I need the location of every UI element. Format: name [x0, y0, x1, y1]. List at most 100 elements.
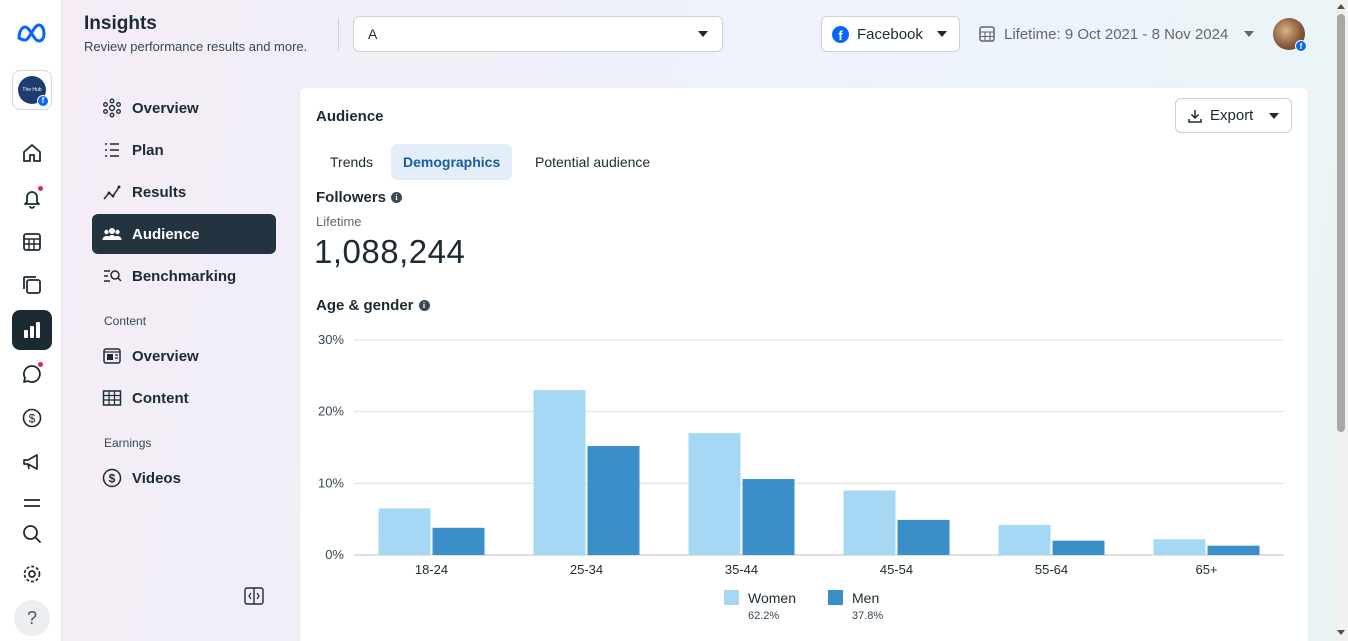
date-range-selector[interactable]: Lifetime: 9 Oct 2021 - 8 Nov 2024: [978, 16, 1255, 52]
export-button[interactable]: Export: [1175, 98, 1292, 133]
legend-share-women: 62.2%: [748, 610, 780, 622]
page-scrollbar[interactable]: [1334, 0, 1348, 641]
x-tick-label: 65+: [1195, 562, 1217, 577]
results-icon: [102, 182, 122, 202]
account-selector[interactable]: A: [353, 16, 723, 52]
y-tick-label: 10%: [318, 475, 344, 490]
search-icon[interactable]: [12, 514, 52, 554]
legend-label-women: Women: [748, 590, 796, 606]
followers-period: Lifetime: [316, 214, 362, 229]
nav-item-audience[interactable]: Audience: [92, 214, 276, 254]
page-avatar-text: The Hub: [22, 87, 42, 93]
nav-item-label: Audience: [132, 225, 200, 243]
bar-men: [587, 446, 640, 555]
nav-item-label: Overview: [132, 347, 199, 365]
platform-selector-value: Facebook: [857, 25, 923, 43]
nav-item-label: Results: [132, 183, 187, 201]
planner-icon[interactable]: [12, 222, 52, 262]
export-label: Export: [1210, 107, 1254, 124]
scrollbar-thumb[interactable]: [1337, 14, 1345, 432]
nav-section-earnings: Earnings: [104, 436, 152, 450]
x-tick-label: 35-44: [725, 562, 758, 577]
tab-trends[interactable]: Trends: [318, 144, 385, 180]
legend-swatch-women: [724, 590, 739, 605]
page-title: Insights: [84, 13, 157, 34]
nav-item-label: Overview: [132, 99, 199, 117]
nav-item-videos[interactable]: $ Videos: [92, 458, 276, 498]
age-gender-heading: Age & gender i: [316, 297, 430, 314]
nav-item-overview[interactable]: Overview: [92, 88, 276, 128]
legend-label-men: Men: [852, 590, 880, 606]
bar-women: [688, 433, 741, 555]
info-icon[interactable]: i: [391, 192, 403, 203]
nav-item-plan[interactable]: Plan: [92, 130, 276, 170]
y-tick-label: 20%: [318, 404, 344, 419]
x-tick-label: 45-54: [880, 562, 913, 577]
collapse-sidebar-icon[interactable]: [244, 587, 264, 605]
x-tick-label: 55-64: [1035, 562, 1068, 577]
bar-men: [432, 527, 485, 555]
y-tick-label: 30%: [318, 332, 344, 347]
nav-item-label: Content: [132, 389, 189, 407]
notifications-icon[interactable]: [12, 178, 52, 218]
platform-selector[interactable]: f Facebook: [821, 16, 960, 52]
facebook-badge-icon: f: [37, 95, 49, 107]
overview-icon: [102, 98, 122, 118]
bar-women: [378, 508, 431, 555]
legend-swatch-men: [828, 590, 843, 605]
bar-men: [1207, 545, 1260, 555]
page-subtitle: Review performance results and more.: [84, 39, 308, 54]
insights-icon[interactable]: [12, 310, 52, 350]
ads-icon[interactable]: [12, 442, 52, 482]
bar-men: [897, 519, 950, 555]
notification-dot: [37, 185, 44, 192]
home-icon[interactable]: [12, 133, 52, 173]
age-gender-chart: 0% 10% 20% 30% 18-24 25-34 35-44 45-54 55-64 65+: [318, 332, 1284, 577]
age-gender-heading-text: Age & gender: [316, 297, 414, 314]
scroll-down-icon[interactable]: [1337, 630, 1345, 635]
svg-text:$: $: [109, 472, 116, 486]
nav-item-label: Videos: [132, 469, 181, 487]
nav-item-content-overview[interactable]: Overview: [92, 336, 276, 376]
x-tick-label: 18-24: [415, 562, 448, 577]
nav-item-results[interactable]: Results: [92, 172, 276, 212]
left-rail: The Hub f $ ?: [0, 0, 62, 641]
date-range-value: Lifetime: 9 Oct 2021 - 8 Nov 2024: [1004, 25, 1229, 43]
dollar-icon: $: [102, 468, 122, 488]
audience-icon: [102, 224, 122, 244]
bar-women: [998, 524, 1051, 555]
benchmarking-icon: [102, 266, 122, 286]
help-label: ?: [26, 607, 37, 628]
facebook-icon: f: [832, 25, 849, 43]
nav-section-content: Content: [104, 314, 147, 328]
content-icon[interactable]: [12, 265, 52, 305]
chevron-down-icon: [1269, 112, 1279, 119]
nav-item-benchmarking[interactable]: Benchmarking: [92, 256, 276, 296]
account-selector-value: A: [368, 26, 378, 42]
info-icon[interactable]: i: [418, 300, 430, 311]
followers-heading: Followers i: [316, 189, 403, 206]
svg-text:$: $: [29, 412, 36, 426]
scroll-up-icon[interactable]: [1337, 4, 1345, 9]
header-divider: [338, 18, 339, 50]
nav-item-label: Benchmarking: [132, 267, 237, 285]
help-icon[interactable]: ?: [14, 600, 50, 636]
tab-potential-audience[interactable]: Potential audience: [523, 144, 662, 180]
settings-icon[interactable]: [12, 554, 52, 594]
page-avatar[interactable]: The Hub f: [12, 70, 52, 110]
meta-logo-icon[interactable]: [12, 13, 52, 53]
content-table-icon: [102, 388, 122, 408]
content-overview-icon: [102, 346, 122, 366]
nav-item-label: Plan: [132, 141, 164, 159]
tab-demographics[interactable]: Demographics: [391, 144, 513, 180]
monetization-icon[interactable]: $: [12, 398, 52, 438]
messages-icon[interactable]: [12, 354, 52, 394]
user-avatar[interactable]: f: [1273, 18, 1307, 52]
bar-women: [1153, 539, 1206, 555]
bar-men: [742, 479, 795, 555]
card-title: Audience: [316, 108, 384, 125]
bar-women: [533, 390, 586, 555]
x-tick-label: 25-34: [570, 562, 603, 577]
bar-men: [1052, 540, 1105, 555]
nav-item-content[interactable]: Content: [92, 378, 276, 418]
